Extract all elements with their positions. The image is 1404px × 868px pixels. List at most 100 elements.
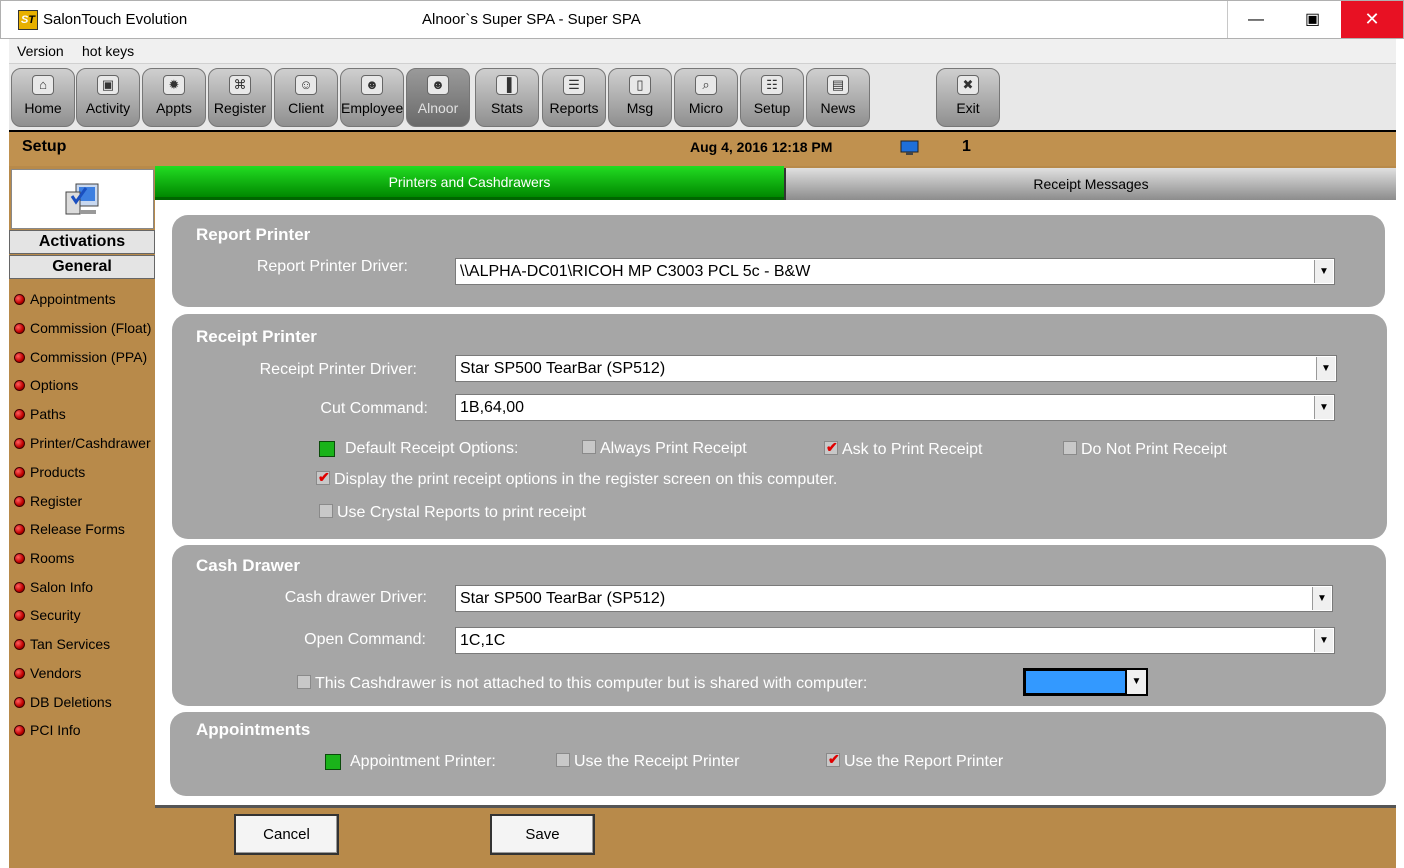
red-dot-icon [14,552,25,564]
sidebar-item-vendors[interactable]: Vendors [14,665,81,685]
tab-activations[interactable]: Activations [9,230,155,254]
toolbar-label: Appts [156,100,192,116]
red-dot-icon [14,322,25,334]
checkbox-icon [1063,441,1077,456]
tab-general[interactable]: General [9,255,155,279]
setup-icon: ☷ [761,75,783,95]
always-print-receipt-checkbox[interactable]: Always Print Receipt [582,440,747,458]
report-printer-driver-select[interactable]: \\ALPHA-DC01\RICOH MP C3003 PCL 5c - B&W… [455,258,1335,285]
chevron-down-icon[interactable]: ▼ [1314,629,1333,652]
red-dot-icon [14,466,25,478]
red-dot-icon [14,696,25,708]
sidebar-item-options[interactable]: Options [14,377,78,397]
toolbar-activity-button[interactable]: ▣ Activity [76,68,140,127]
toolbar-client-button[interactable]: ☺ Client [274,68,338,127]
micro-icon: ⌕ [695,75,717,95]
tab-receipt-messages[interactable]: Receipt Messages [784,168,1396,200]
sidebar-item-paths[interactable]: Paths [14,406,66,426]
toolbar-msg-button[interactable]: ▯ Msg [608,68,672,127]
toolbar: ⌂ Home ▣ Activity ✹ Appts ⌘ Register ☺ Client… [9,63,1396,130]
toolbar-label: Home [24,100,62,116]
toolbar-setup-button[interactable]: ☷ Setup [740,68,804,127]
content-bottom-border [155,805,1396,808]
close-button[interactable]: ✕ [1341,1,1403,38]
red-dot-icon [14,609,25,621]
cart-icon: ⌘ [229,75,251,95]
sidebar-item-pci-info[interactable]: PCI Info [14,722,81,742]
sidebar-item-products[interactable]: Products [14,464,85,484]
toolbar-label: Employee [341,100,404,116]
toolbar-reports-button[interactable]: ☰ Reports [542,68,606,127]
maximize-button[interactable]: ▣ [1284,1,1341,38]
ask-to-print-receipt-checkbox[interactable]: Ask to Print Receipt [824,439,983,459]
toolbar-stats-button[interactable]: ▐ Stats [475,68,539,127]
toolbar-exit-button[interactable]: ✖ Exit [936,68,1000,127]
sidebar-item-rooms[interactable]: Rooms [14,550,74,570]
default-receipt-indicator [319,441,335,457]
checkbox-checked-icon [316,469,330,486]
toolbar-news-button[interactable]: ▤ News [806,68,870,127]
cut-command-select[interactable]: 1B,64,00 ▼ [455,394,1335,421]
red-dot-icon [14,581,25,593]
chevron-down-icon[interactable]: ▼ [1314,260,1333,283]
toolbar-micro-button[interactable]: ⌕ Micro [674,68,738,127]
receipt-printer-driver-select[interactable]: Star SP500 TearBar (SP512) ▼ [455,355,1337,382]
setup-image-box [11,169,154,229]
use-receipt-printer-checkbox[interactable]: Use the Receipt Printer [556,753,739,771]
sidebar-item-commission-float[interactable]: Commission (Float) [14,320,151,340]
shared-computer-select[interactable]: ▼ [1023,668,1148,696]
sidebar-item-db-deletions[interactable]: DB Deletions [14,694,112,714]
computer-check-icon [65,183,99,215]
use-crystal-reports-checkbox[interactable]: Use Crystal Reports to print receipt [319,504,586,522]
client-icon: ☺ [295,75,317,95]
use-report-printer-checkbox[interactable]: Use the Report Printer [826,751,1003,771]
toolbar-label: Exit [956,100,980,116]
menu-version[interactable]: Version [17,43,64,59]
save-button[interactable]: Save [490,814,595,855]
stats-icon: ▐ [496,75,518,95]
toolbar-label: Client [288,100,324,116]
sidebar-item-release-forms[interactable]: Release Forms [14,521,125,541]
toolbar-register-button[interactable]: ⌘ Register [208,68,272,127]
red-dot-icon [14,667,25,679]
sidebar-item-commission-ppa[interactable]: Commission (PPA) [14,349,147,369]
open-command-select[interactable]: 1C,1C ▼ [455,627,1335,654]
sidebar-item-printer-cashdrawer[interactable]: Printer/Cashdrawer [14,435,151,455]
toolbar-employee-button[interactable]: ☻ Employee [340,68,404,127]
cash-drawer-driver-select[interactable]: Star SP500 TearBar (SP512) ▼ [455,585,1333,612]
report-printer-driver-value: \\ALPHA-DC01\RICOH MP C3003 PCL 5c - B&W [460,263,811,280]
sidebar-item-security[interactable]: Security [14,607,81,627]
date-time: Aug 4, 2016 12:18 PM [690,139,833,155]
display-receipt-options-checkbox[interactable]: Display the print receipt options in the… [316,469,837,489]
cash-drawer-driver-value: Star SP500 TearBar (SP512) [460,590,666,607]
chevron-down-icon[interactable]: ▼ [1314,396,1333,419]
sidebar-item-register[interactable]: Register [14,493,82,513]
menu-hot-keys[interactable]: hot keys [82,43,134,59]
station-number: 1 [962,138,971,155]
chevron-down-icon[interactable]: ▼ [1312,587,1331,610]
chevron-down-icon[interactable]: ▼ [1127,670,1146,694]
report-printer-title: Report Printer [196,225,311,244]
toolbar-label: Msg [626,100,654,116]
tab-printers-and-cashdrawers[interactable]: Printers and Cashdrawers [155,166,784,200]
minimize-button[interactable]: — [1227,1,1284,38]
reports-icon: ☰ [563,75,585,95]
toolbar-label: Stats [491,100,523,116]
do-not-print-receipt-checkbox[interactable]: Do Not Print Receipt [1063,441,1227,459]
sidebar-item-appointments[interactable]: Appointments [14,291,116,311]
sidebar-item-tan-services[interactable]: Tan Services [14,636,110,656]
toolbar-label: Alnoor [417,100,459,116]
appts-icon: ✹ [163,75,185,95]
chevron-down-icon[interactable]: ▼ [1316,357,1335,380]
page-title: Setup [22,138,67,155]
receipt-printer-driver-value: Star SP500 TearBar (SP512) [460,360,666,377]
toolbar-user-button[interactable]: ☻ Alnoor [406,68,470,127]
app-logo-icon: ST [18,10,38,30]
cancel-button[interactable]: Cancel [234,814,339,855]
toolbar-appts-button[interactable]: ✹ Appts [142,68,206,127]
sidebar-item-salon-info[interactable]: Salon Info [14,579,93,599]
shared-cashdrawer-checkbox[interactable]: This Cashdrawer is not attached to this … [297,675,867,693]
activity-icon: ▣ [97,75,119,95]
toolbar-home-button[interactable]: ⌂ Home [11,68,75,127]
toolbar-label: Register [213,100,267,116]
